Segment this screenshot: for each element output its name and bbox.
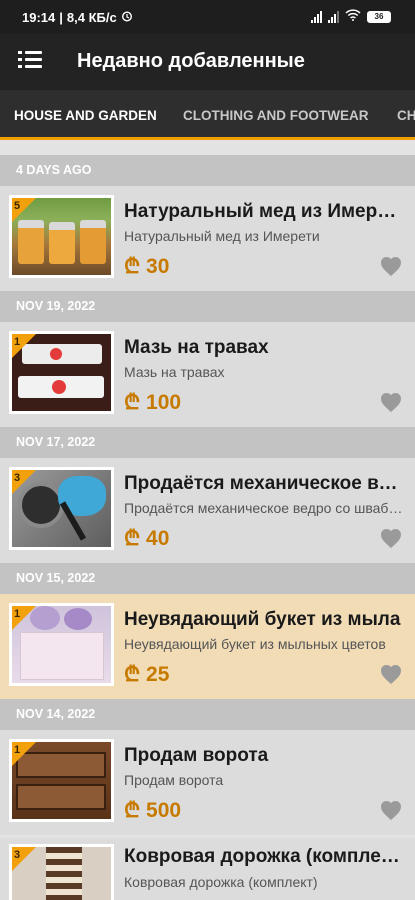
section-header: NOV 19, 2022 <box>0 291 415 322</box>
status-time: 19:14 <box>22 10 56 25</box>
item-subtitle: Продаётся механическое ведро со швабрами <box>124 500 404 516</box>
page-title: Недавно добавленные <box>77 50 305 72</box>
list-item[interactable]: 1 Мазь на травах Мазь на травах ₾ 100 <box>0 322 415 427</box>
battery-icon: 36 <box>367 10 391 23</box>
list-item[interactable]: 3 Ковровая дорожка (комплект) Ковровая д… <box>0 838 415 900</box>
item-subtitle: Неувядающий букет из мыльных цветов <box>124 636 386 652</box>
item-subtitle: Продам ворота <box>124 772 224 788</box>
item-title: Мазь на травах <box>124 337 269 358</box>
list-item[interactable]: 3 Продаётся механическое ведро Продаётся… <box>0 458 415 563</box>
list-item[interactable]: 5 Натуральный мед из Имерети Натуральный… <box>0 186 415 291</box>
favorite-heart-icon[interactable] <box>379 391 403 413</box>
item-badge: 5 <box>14 200 21 212</box>
item-title: Неувядающий букет из мыла <box>124 609 401 630</box>
list-item[interactable]: 1 Неувядающий букет из мыла Неувядающий … <box>0 594 415 699</box>
item-badge: 1 <box>14 744 21 756</box>
tab-next[interactable]: CH <box>397 90 415 140</box>
item-price: ₾ 25 <box>124 663 170 686</box>
wifi-icon <box>345 9 361 24</box>
section-header: NOV 15, 2022 <box>0 563 415 594</box>
item-title: Продаётся механическое ведро <box>124 473 404 494</box>
favorite-heart-icon[interactable] <box>379 663 403 685</box>
item-title: Натуральный мед из Имерети <box>124 201 404 222</box>
menu-icon[interactable] <box>18 51 42 71</box>
item-subtitle: Натуральный мед из Имерети <box>124 228 320 244</box>
item-badge: 1 <box>14 336 21 348</box>
status-bar: 19:14 | 8,4 КБ/с 36 <box>0 0 415 34</box>
item-badge: 3 <box>14 472 21 484</box>
section-header: 4 DAYS AGO <box>0 155 415 186</box>
item-price: ₾ 40 <box>124 527 170 550</box>
item-badge: 3 <box>14 849 21 861</box>
item-subtitle: Ковровая дорожка (комплект) <box>124 874 318 890</box>
item-subtitle: Мазь на травах <box>124 364 225 380</box>
app-bar: Недавно добавленные <box>0 34 415 90</box>
tab-house-and-garden[interactable]: HOUSE AND GARDEN <box>14 90 157 140</box>
section-header: NOV 17, 2022 <box>0 427 415 458</box>
favorite-heart-icon[interactable] <box>379 255 403 277</box>
tab-indicator <box>0 137 415 140</box>
item-title: Ковровая дорожка (комплект) <box>124 846 404 867</box>
item-price: ₾ 30 <box>124 255 170 278</box>
signal-icon <box>311 10 322 23</box>
list-item[interactable]: 1 Продам ворота Продам ворота ₾ 500 <box>0 730 415 835</box>
status-network-speed: 8,4 КБ/с <box>66 10 117 25</box>
favorite-heart-icon[interactable] <box>379 527 403 549</box>
item-badge: 1 <box>14 608 21 620</box>
item-price: ₾ 500 <box>124 799 182 822</box>
alarm-icon <box>121 10 133 25</box>
signal-icon-2 <box>328 10 339 23</box>
section-header: NOV 14, 2022 <box>0 699 415 730</box>
status-separator: | <box>59 10 63 25</box>
item-price: ₾ 100 <box>124 391 182 414</box>
favorite-heart-icon[interactable] <box>379 799 403 821</box>
category-tabs: HOUSE AND GARDEN CLOTHING AND FOOTWEAR C… <box>0 90 415 140</box>
item-title: Продам ворота <box>124 745 269 766</box>
tab-clothing-and-footwear[interactable]: CLOTHING AND FOOTWEAR <box>183 90 368 140</box>
